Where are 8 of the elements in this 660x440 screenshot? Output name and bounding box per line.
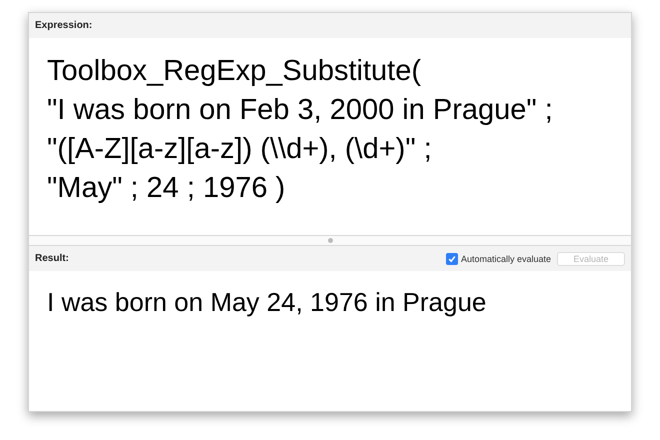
result-text: I was born on May 24, 1976 in Prague (46, 286, 488, 319)
auto-evaluate-checkbox[interactable]: Automatically evaluate (446, 252, 551, 264)
expression-text[interactable]: Toolbox_RegExp_Substitute( "I was born on Feb 3, 2000 in Prague" ; "([A-Z][a-z][a-z]) (\\d+), (\d+)" ; "May" ; 24 ; 1976 ) (47, 52, 613, 208)
checkmark-icon (448, 254, 456, 262)
result-label: Result: (35, 253, 70, 264)
splitter[interactable] (29, 235, 631, 246)
expression-label: Expression: (35, 20, 94, 31)
splitter-handle-icon[interactable] (328, 238, 332, 243)
